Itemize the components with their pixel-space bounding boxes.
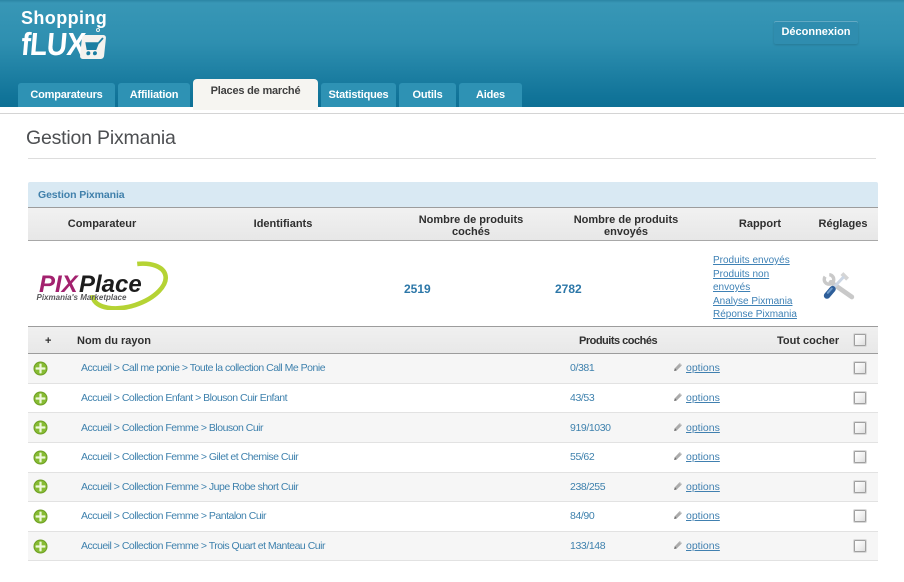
svg-text:Pixmania's Marketplace: Pixmania's Marketplace <box>37 293 128 302</box>
